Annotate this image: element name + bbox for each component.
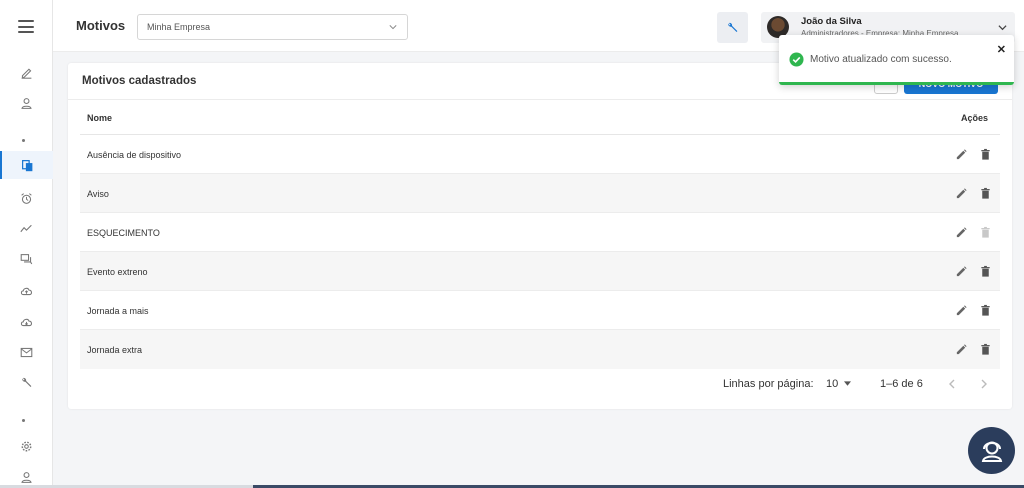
sidebar-item-settings[interactable] xyxy=(0,432,53,460)
toast-progress-bar xyxy=(779,82,1014,85)
table-row: Evento extreno xyxy=(80,252,1000,291)
column-header-name[interactable]: Nome xyxy=(87,113,112,123)
table-row: Ausência de dispositivo xyxy=(80,135,1000,174)
cloud-upload-icon xyxy=(20,287,33,295)
trash-icon[interactable] xyxy=(979,148,992,161)
sidebar-item-documents[interactable] xyxy=(0,151,53,179)
sidebar-separator-dot xyxy=(22,139,25,142)
user-name: João da Silva xyxy=(801,16,862,27)
sidebar-item-alarm[interactable] xyxy=(0,184,53,212)
edit-icon[interactable] xyxy=(955,265,968,278)
chevron-right-icon[interactable] xyxy=(978,378,990,390)
support-chat-button[interactable] xyxy=(968,427,1015,474)
reasons-table: Nome Ações Ausência de dispositivo Aviso E… xyxy=(80,103,1000,369)
page-title: Motivos xyxy=(76,18,126,33)
edit-icon[interactable] xyxy=(955,148,968,161)
table-row: Aviso xyxy=(80,174,1000,213)
edit-icon[interactable] xyxy=(955,343,968,356)
sidebar-item-mail[interactable] xyxy=(0,338,53,366)
edit-icon xyxy=(21,68,32,79)
sidebar-item-cloud-download[interactable] xyxy=(0,307,53,335)
chevron-down-icon xyxy=(998,25,1007,31)
edit-icon[interactable] xyxy=(955,226,968,239)
reason-name: Jornada extra xyxy=(87,345,143,355)
support-agent-icon xyxy=(981,441,1002,462)
rows-per-page-select[interactable]: 10 xyxy=(826,378,838,390)
trash-icon[interactable] xyxy=(979,187,992,200)
chevron-down-icon xyxy=(389,25,397,30)
pagination-range: 1–6 de 6 xyxy=(880,378,923,390)
sidebar-item-wrench[interactable] xyxy=(0,368,53,396)
check-circle-icon xyxy=(789,52,804,67)
wrench-icon xyxy=(728,22,738,32)
alarm-icon xyxy=(21,192,32,204)
card-title: Motivos cadastrados xyxy=(82,75,197,87)
card-divider xyxy=(68,99,1012,100)
sidebar-separator-dot xyxy=(22,419,25,422)
user-icon xyxy=(21,97,32,109)
wrench-icon xyxy=(22,377,32,387)
edit-icon[interactable] xyxy=(955,187,968,200)
table-row: Jornada extra xyxy=(80,330,1000,369)
table-header: Nome Ações xyxy=(80,103,1000,135)
chat-icon xyxy=(20,253,33,264)
chevron-left-icon[interactable] xyxy=(946,378,958,390)
sidebar-item-trend[interactable] xyxy=(0,214,53,242)
reasons-card: Motivos cadastrados NOVO MOTIVO Nome Açõ… xyxy=(68,63,1012,409)
reason-name: Evento extreno xyxy=(87,267,148,277)
sidebar-item-user[interactable] xyxy=(0,89,53,117)
reason-name: Ausência de dispositivo xyxy=(87,150,182,160)
table-row: Jornada a mais xyxy=(80,291,1000,330)
trash-icon[interactable] xyxy=(979,304,992,317)
edit-icon[interactable] xyxy=(955,304,968,317)
pagination: Linhas por página: 10 1–6 de 6 xyxy=(68,373,1012,397)
reason-name: Aviso xyxy=(87,189,109,199)
mail-icon xyxy=(20,347,33,357)
trash-icon xyxy=(981,226,990,238)
close-icon[interactable]: ✕ xyxy=(997,43,1006,56)
toast-message: Motivo atualizado com sucesso. xyxy=(810,54,952,65)
success-toast: Motivo atualizado com sucesso. ✕ xyxy=(779,35,1014,85)
trash-icon[interactable] xyxy=(979,343,992,356)
reason-name: ESQUECIMENTO xyxy=(87,228,160,238)
table-row: ESQUECIMENTO xyxy=(80,213,1000,252)
sidebar-item-edit[interactable] xyxy=(0,58,53,86)
sidebar-item-cloud-upload[interactable] xyxy=(0,276,53,304)
gear-icon xyxy=(21,441,32,451)
column-header-actions: Ações xyxy=(960,113,988,123)
rows-per-page-label: Linhas por página: xyxy=(723,378,814,390)
company-select-value: Minha Empresa xyxy=(147,22,211,32)
cloud-download-icon xyxy=(20,318,33,326)
reason-name: Jornada a mais xyxy=(87,306,149,316)
tools-button[interactable] xyxy=(717,12,748,43)
documents-icon xyxy=(22,159,33,171)
menu-icon[interactable] xyxy=(18,20,34,33)
user-icon xyxy=(21,471,32,483)
company-select[interactable]: Minha Empresa xyxy=(137,14,408,40)
trash-icon[interactable] xyxy=(979,265,992,278)
sidebar-item-chat[interactable] xyxy=(0,245,53,273)
caret-down-icon[interactable] xyxy=(844,381,851,386)
sidebar xyxy=(0,0,53,488)
trend-icon xyxy=(20,224,32,232)
